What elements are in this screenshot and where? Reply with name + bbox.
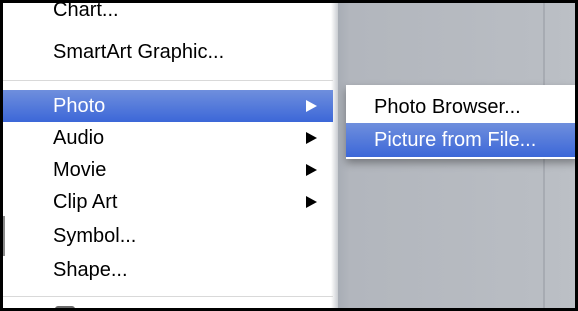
menu-item-label: Symbol... <box>53 225 137 247</box>
menu-item-label: Clip Art <box>53 191 118 213</box>
menu-item-shape[interactable]: Shape... <box>3 254 333 286</box>
menu-item-label: SmartArt Graphic... <box>53 41 225 63</box>
menu-item-label: Photo <box>53 95 106 117</box>
photo-submenu: Photo Browser... Picture from File... <box>346 85 575 159</box>
menu-item-movie[interactable]: Movie <box>3 154 333 186</box>
submenu-arrow-icon <box>306 196 317 208</box>
menu-item-audio[interactable]: Audio <box>3 122 333 154</box>
menu-item-photo[interactable]: Photo <box>3 90 333 122</box>
submenu-arrow-icon <box>306 100 317 112</box>
screenshot-frame: Chart... SmartArt Graphic... Photo Audio… <box>0 0 578 311</box>
submenu-item-label: Photo Browser... <box>374 96 521 118</box>
submenu-item-photo-browser[interactable]: Photo Browser... <box>346 90 575 124</box>
menu-item-label: Chart... <box>53 0 119 21</box>
menu-separator <box>3 80 333 81</box>
window-edge-mark <box>3 216 5 256</box>
menu-item-clip-art[interactable]: Clip Art <box>3 186 333 218</box>
menu-item-label: Shape... <box>53 259 128 281</box>
insert-menu: Chart... SmartArt Graphic... Photo Audio… <box>3 3 338 308</box>
menu-item-label: Movie <box>53 159 107 181</box>
submenu-arrow-icon <box>306 132 317 144</box>
submenu-item-picture-from-file[interactable]: Picture from File... <box>346 123 575 157</box>
menu-item-label: Audio <box>53 127 105 149</box>
menu-item-smartart-graphic[interactable]: SmartArt Graphic... <box>3 36 333 68</box>
menu-separator <box>3 296 333 297</box>
submenu-arrow-icon <box>306 164 317 176</box>
submenu-item-label: Picture from File... <box>374 129 537 151</box>
menu-item-partial[interactable] <box>55 303 85 308</box>
menu-item-symbol[interactable]: Symbol... <box>3 220 333 252</box>
menu-item-chart[interactable]: Chart... <box>3 0 333 26</box>
